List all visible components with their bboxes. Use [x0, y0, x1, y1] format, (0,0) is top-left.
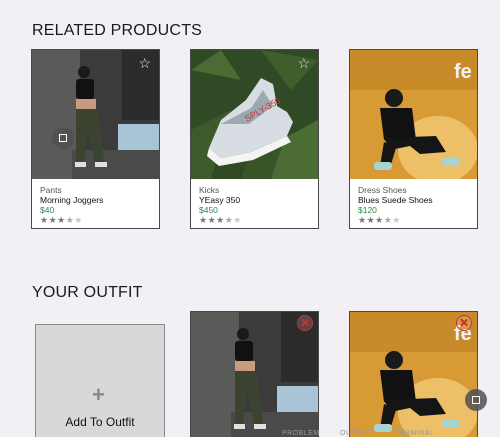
square-icon: [59, 134, 67, 142]
product-price: $450: [199, 205, 218, 215]
add-to-outfit-button[interactable]: + Add To Outfit: [35, 324, 165, 437]
remove-outfit-icon[interactable]: [297, 315, 313, 331]
product-card-suede[interactable]: fe ☆ Dress Shoes Blues Suede Shoes $120 …: [349, 49, 478, 229]
remove-outfit-icon[interactable]: [456, 315, 472, 331]
your-outfit-title: YOUR OUTFIT: [32, 284, 143, 301]
scroll-compare-button[interactable]: [465, 389, 487, 411]
product-card-joggers[interactable]: ☆ Pants Morning Joggers $40 ★★★★★: [31, 49, 160, 229]
outfit-image-joggers: [191, 312, 318, 437]
product-image-suede: fe: [350, 50, 477, 179]
favorite-star-icon[interactable]: ☆: [297, 56, 310, 70]
related-products-title: RELATED PRODUCTS: [32, 22, 203, 39]
compare-button[interactable]: [52, 127, 74, 149]
product-name: YEasy 350: [199, 195, 241, 205]
star-rating: ★★★★★: [40, 215, 83, 225]
square-icon: [472, 396, 480, 404]
product-name: Blues Suede Shoes: [358, 195, 433, 205]
star-rating: ★★★★★: [199, 215, 242, 225]
favorite-star-icon[interactable]: ☆: [138, 56, 151, 70]
product-price: $120: [358, 205, 377, 215]
product-category: Kicks: [199, 185, 220, 195]
footer-tab-problem[interactable]: PROBLEM: [282, 430, 320, 437]
product-category: Dress Shoes: [358, 185, 407, 195]
outfit-image-suede: fe: [350, 312, 477, 437]
footer-tab-output[interactable]: OUTPUT: [340, 430, 372, 437]
outfit-card-suede[interactable]: fe: [349, 311, 478, 437]
footer-tab-terminal[interactable]: TERMINAL: [395, 430, 434, 437]
product-price: $40: [40, 205, 55, 215]
plus-icon: +: [92, 382, 105, 407]
outfit-card-joggers[interactable]: [190, 311, 319, 437]
product-name: Morning Joggers: [40, 195, 104, 205]
add-to-outfit-label: Add To Outfit: [65, 415, 135, 429]
star-rating: ★★★★★: [358, 215, 401, 225]
product-category: Pants: [40, 185, 62, 195]
svg-text:fe: fe: [454, 61, 472, 83]
product-card-yeasy[interactable]: SPLY-350 ☆ Kicks YEasy 350 $450 ★★★★★: [190, 49, 319, 229]
